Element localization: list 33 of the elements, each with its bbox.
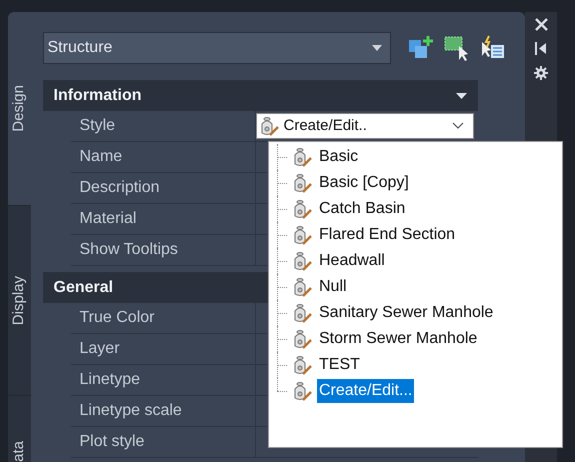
property-label: Plot style <box>78 432 146 452</box>
style-option[interactable]: Null <box>317 275 349 299</box>
property-label: Style <box>78 116 116 136</box>
style-option[interactable]: Sanitary Sewer Manhole <box>317 301 496 325</box>
dropdown-arrow-icon <box>372 45 382 51</box>
style-option[interactable]: Catch Basin <box>317 197 408 221</box>
property-label: Linetype <box>78 370 141 390</box>
style-option[interactable]: Basic [Copy] <box>317 171 411 195</box>
style-option[interactable]: TEST <box>317 353 362 377</box>
object-type-dropdown[interactable]: Structure <box>42 32 390 64</box>
collapse-icon[interactable] <box>535 42 547 55</box>
style-option[interactable]: Flared End Section <box>317 223 458 247</box>
style-option[interactable]: Headwall <box>317 249 387 273</box>
quick-select-icon[interactable] <box>442 34 470 62</box>
property-label: Layer <box>78 339 121 359</box>
settings-icon[interactable] <box>534 66 548 80</box>
close-icon[interactable] <box>534 18 548 31</box>
side-tab[interactable]: Display <box>8 205 30 395</box>
property-label: Description <box>78 178 161 198</box>
side-tab[interactable]: Design <box>8 12 30 205</box>
property-label: Material <box>78 209 138 229</box>
style-option[interactable]: Basic <box>317 145 360 169</box>
style-option[interactable]: Storm Sewer Manhole <box>317 327 480 351</box>
property-label: Show Tooltips <box>78 240 179 260</box>
property-label: True Color <box>78 308 156 328</box>
chevron-down-icon <box>452 122 464 130</box>
property-label: Name <box>78 147 124 167</box>
property-label: Linetype scale <box>78 401 183 421</box>
side-tab[interactable]: ata <box>8 395 30 462</box>
style-dropdown[interactable]: Create/Edit.. <box>256 113 474 139</box>
style-option[interactable]: Create/Edit... <box>317 379 414 403</box>
section-header[interactable]: Information <box>42 80 478 111</box>
collapse-arrow-icon <box>456 92 466 98</box>
